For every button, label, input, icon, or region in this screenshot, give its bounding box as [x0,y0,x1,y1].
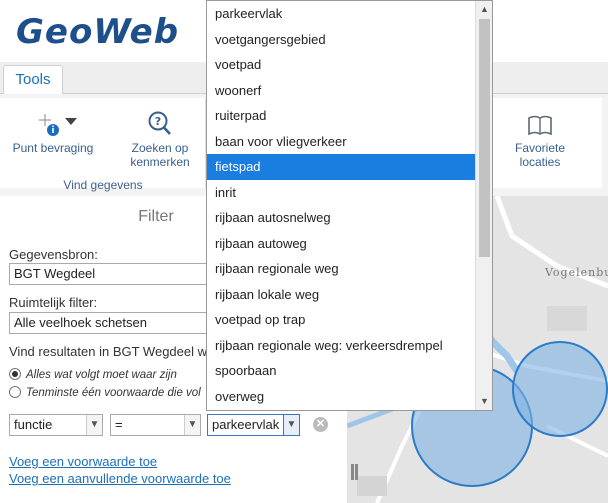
dropdown-option[interactable]: baan voor vliegverkeer [207,129,475,155]
zoeken-op-kenmerken-button[interactable]: ? Zoeken op kenmerken [122,110,198,169]
search-question-icon: ? [148,111,171,135]
dropdown-option[interactable]: fietspad [207,154,475,180]
radio-selected-icon [9,368,21,380]
condition-value-dropdown[interactable]: parkeervlak voetgangersgebied voetpad woone… [206,0,493,411]
zoeken-label-2: kenmerken [130,155,190,169]
gegevensbron-select[interactable]: BGT Wegdeel [9,263,209,285]
condition-field-select[interactable]: functie ▼ [9,414,103,436]
dropdown-option[interactable]: rijbaan regionale weg [207,256,475,282]
ruimtelijk-filter-select[interactable]: Alle veelhoek schetsen [9,312,209,334]
condition-value-select[interactable]: parkeervlak ▼ [207,414,300,436]
dropdown-option[interactable]: inrit [207,180,475,206]
point-info-icon [39,114,77,136]
dropdown-option[interactable]: parkeervlak [207,1,475,27]
radio-tenminste-een[interactable]: Tenminste één voorwaarde die vol [9,386,201,399]
dropdown-option[interactable]: woonerf [207,78,475,104]
zoeken-label-1: Zoeken op [131,141,189,155]
scrollbar-thumb[interactable] [479,19,490,257]
condition-value-text: parkeervlak [212,417,280,432]
ruimtelijk-filter-label: Ruimtelijk filter: [9,295,98,310]
map-place-label: Vogelenbu [544,266,608,279]
dropdown-option[interactable]: rijbaan autoweg [207,231,475,257]
vind-resultaten-text: Vind resultaten in BGT Wegdeel w [9,344,208,359]
condition-operator-select[interactable]: = ▼ [110,414,201,436]
radio-alles-waar[interactable]: Alles wat volgt moet waar zijn [9,368,177,381]
favoriete-locaties-button[interactable]: Favoriete locaties [502,112,578,169]
dropdown-option[interactable]: rijbaan regionale weg: verkeersdrempel [207,333,475,359]
radio-tenminste-label: Tenminste één voorwaarde die vol [26,387,201,399]
dropdown-option[interactable]: rijbaan autosnelweg [207,205,475,231]
favoriete-label-2: locaties [519,155,561,169]
svg-text:?: ? [155,115,161,128]
radio-empty-icon [9,386,21,398]
condition-field-value: functie [14,417,53,432]
dropdown-option[interactable]: overweg [207,384,475,410]
dropdown-option[interactable]: voetpad op trap [207,307,475,333]
chevron-down-icon: ▼ [283,415,299,435]
dropdown-option[interactable]: ruiterpad [207,103,475,129]
ribbon-group-vind-gegevens: Punt bevraging ? Zoeken op kenmerken Vin… [0,98,206,192]
tab-tools[interactable]: Tools [3,65,63,95]
chevron-down-icon [65,118,77,125]
book-icon [528,115,552,136]
chevron-down-icon: ▼ [184,415,200,435]
scroll-down-icon[interactable]: ▼ [476,393,492,410]
dropdown-option[interactable]: voetpad [207,52,475,78]
chevron-down-icon: ▼ [86,415,102,435]
dropdown-scrollbar[interactable]: ▲ ▼ [475,1,492,410]
app-logo: GeoWeb [16,12,180,52]
dropdown-option[interactable]: voetgangersgebied [207,27,475,53]
add-condition-link[interactable]: Voeg een voorwaarde toe [9,454,157,469]
radio-alles-label: Alles wat volgt moet waar zijn [26,369,177,381]
gegevensbron-label: Gegevensbron: [9,247,98,262]
dropdown-option[interactable]: rijbaan lokale weg [207,282,475,308]
clear-condition-icon[interactable]: ✕ [313,417,328,432]
dropdown-option[interactable]: spoorbaan [207,358,475,384]
punt-bevraging-button[interactable]: Punt bevraging [8,112,98,155]
ribbon-group-label: Vind gegevens [63,178,143,192]
scroll-up-icon[interactable]: ▲ [476,1,492,18]
condition-operator-value: = [115,417,123,432]
ribbon-group-locaties: Favoriete locaties [478,98,602,188]
add-extra-condition-link[interactable]: Voeg een aanvullende voorwaarde toe [9,471,231,486]
punt-bevraging-label: Punt bevraging [12,141,94,155]
favoriete-label-1: Favoriete [514,141,566,155]
